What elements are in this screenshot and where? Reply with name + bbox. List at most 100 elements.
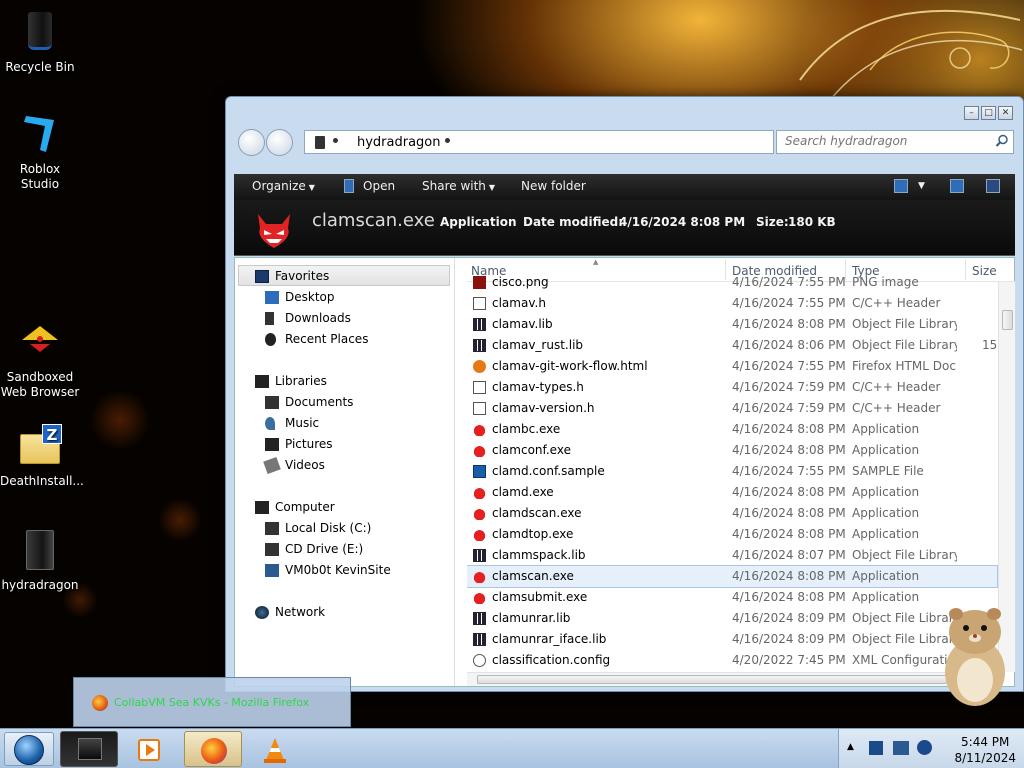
devil-file-icon	[473, 507, 486, 520]
doc-file-icon	[473, 381, 486, 394]
breadcrumb-path[interactable]: hydradragon	[357, 135, 441, 150]
nav-item-music[interactable]: Music	[265, 416, 319, 430]
system-clock[interactable]: 5:44 PM 8/11/2024	[954, 734, 1016, 766]
preview-pane-icon[interactable]	[950, 179, 964, 193]
address-bar[interactable]: hydradragon ▼ ⇆	[304, 130, 828, 154]
nav-label: Network	[275, 605, 326, 619]
file-date: 4/16/2024 8:09 PM	[732, 632, 846, 646]
file-row[interactable]: cisco.png 4/16/2024 7:55 PM PNG image	[467, 272, 997, 293]
file-date: 4/16/2024 8:08 PM	[732, 317, 846, 331]
file-row[interactable]: clamunrar.lib 4/16/2024 8:09 PM Object Fil…	[467, 608, 997, 629]
png-file-icon	[473, 276, 486, 289]
search-box[interactable]	[776, 130, 1014, 154]
file-row[interactable]: clamd.exe 4/16/2024 8:08 PM Application	[467, 482, 997, 503]
horizontal-scrollbar[interactable]	[467, 672, 997, 686]
close-button[interactable]: ✕	[998, 106, 1013, 120]
taskbar-media-player-button[interactable]	[122, 731, 180, 767]
file-row[interactable]: clamav-version.h 4/16/2024 7:59 PM C/C++ H…	[467, 398, 997, 419]
desktop-icon-hydradragon[interactable]: hydradragon	[0, 526, 80, 593]
file-row[interactable]: classification.config 4/20/2022 7:45 PM XM…	[467, 650, 997, 671]
start-button[interactable]	[4, 732, 54, 766]
file-row[interactable]: clamav.h 4/16/2024 7:55 PM C/C++ Header	[467, 293, 997, 314]
minimize-button[interactable]: –	[964, 106, 979, 120]
maximize-button[interactable]: □	[981, 106, 996, 120]
file-name: clamsubmit.exe	[492, 590, 588, 604]
nav-item-downloads[interactable]: Downloads	[265, 311, 351, 325]
back-button[interactable]	[238, 129, 265, 156]
taskbar-firefox-button[interactable]	[184, 731, 242, 767]
new-folder-button[interactable]: New folder	[521, 179, 586, 193]
date-modified-value: 4/16/2024 8:08 PM	[619, 215, 746, 229]
desktop-icon-sandboxed-web-browser[interactable]: Sandboxed Web Browser	[0, 318, 80, 400]
nav-item-network[interactable]: Network	[255, 605, 326, 619]
explorer-window[interactable]: – □ ✕ hydradragon ▼ ⇆ Organize▼ Open Sha…	[225, 96, 1024, 692]
volume-icon[interactable]	[917, 740, 932, 755]
nav-label: Pictures	[285, 437, 333, 451]
nav-item-documents[interactable]: Documents	[265, 395, 353, 409]
file-row[interactable]: clamav-types.h 4/16/2024 7:59 PM C/C++ Hea…	[467, 377, 997, 398]
nav-item-desktop[interactable]: Desktop	[265, 290, 335, 304]
show-hidden-icons-button[interactable]: ▲	[847, 742, 854, 752]
help-icon[interactable]	[986, 179, 1000, 193]
breadcrumb-separator[interactable]	[445, 138, 450, 143]
file-type: PNG image	[852, 275, 919, 289]
wallpaper-swirl	[799, 9, 1023, 101]
date-modified-label: Date modified:	[523, 215, 623, 229]
folder-icon	[16, 526, 64, 574]
share-with-button[interactable]: Share with ▼	[422, 179, 495, 193]
desktop-icon-roblox-studio[interactable]: Roblox Studio	[0, 110, 80, 192]
navigation-pane[interactable]: Favorites Desktop Downloads Recent Place…	[235, 258, 455, 686]
size-label: Size:	[756, 215, 789, 229]
file-row[interactable]: clamdscan.exe 4/16/2024 8:08 PM Applicatio…	[467, 503, 997, 524]
taskbar-vlc-button[interactable]	[246, 731, 304, 767]
search-icon[interactable]	[995, 134, 1009, 148]
nav-item-vm-share[interactable]: VM0b0t KevinSite	[265, 563, 391, 577]
nav-item-local-disk[interactable]: Local Disk (C:)	[265, 521, 371, 535]
network-status-icon[interactable]	[893, 741, 909, 755]
scrollbar-thumb[interactable]	[477, 675, 947, 684]
file-type: SAMPLE File	[852, 464, 924, 478]
file-row[interactable]: clamdtop.exe 4/16/2024 8:08 PM Application	[467, 524, 997, 545]
open-button[interactable]: Open	[363, 179, 395, 193]
search-input[interactable]	[785, 134, 985, 148]
file-row[interactable]: clamav.lib 4/16/2024 8:08 PM Object File L…	[467, 314, 997, 335]
html-file-icon	[473, 360, 486, 373]
breadcrumb-separator[interactable]	[333, 138, 338, 143]
nav-item-favorites[interactable]: Favorites	[255, 269, 329, 283]
desktop-icon-deathinstall[interactable]: Z DeathInstall...	[0, 422, 84, 489]
drive-icon	[265, 522, 279, 535]
organize-label: Organize	[252, 179, 306, 193]
file-date: 4/16/2024 8:07 PM	[732, 548, 846, 562]
change-view-icon[interactable]	[894, 179, 908, 193]
nav-item-cd-drive[interactable]: CD Drive (E:)	[265, 542, 363, 556]
nav-item-pictures[interactable]: Pictures	[265, 437, 333, 451]
file-row[interactable]: clamd.conf.sample 4/16/2024 7:55 PM SAMPLE…	[467, 461, 997, 482]
file-date: 4/16/2024 8:09 PM	[732, 611, 846, 625]
file-row[interactable]: clamunrar_iface.lib 4/16/2024 8:09 PM Obje…	[467, 629, 997, 650]
forward-button[interactable]	[266, 129, 293, 156]
file-row[interactable]: clamconf.exe 4/16/2024 8:08 PM Application	[467, 440, 997, 461]
file-row[interactable]: clammspack.lib 4/16/2024 8:07 PM Object Fi…	[467, 545, 997, 566]
file-name: clamconf.exe	[492, 443, 571, 457]
file-date: 4/16/2024 8:08 PM	[732, 506, 846, 520]
file-row[interactable]: clamsubmit.exe 4/16/2024 8:08 PM Applicati…	[467, 587, 997, 608]
file-row[interactable]: clambc.exe 4/16/2024 8:08 PM Application	[467, 419, 997, 440]
file-row[interactable]: clamscan.exe 4/16/2024 8:08 PM Application	[467, 565, 998, 588]
file-date: 4/16/2024 7:55 PM	[732, 296, 846, 310]
nav-item-libraries[interactable]: Libraries	[255, 374, 327, 388]
taskbar-explorer-button[interactable]	[60, 731, 118, 767]
nav-item-computer[interactable]: Computer	[255, 500, 335, 514]
organize-button[interactable]: Organize ▼	[252, 179, 315, 193]
view-dropdown-icon[interactable]: ▼	[918, 181, 925, 191]
file-name: clambc.exe	[492, 422, 561, 436]
file-row[interactable]: clamav_rust.lib 4/16/2024 8:06 PM Object F…	[467, 335, 1005, 356]
taskbar-thumbnail-preview[interactable]: CollabVM Sea KVKs - Mozilla Firefox	[73, 677, 351, 727]
nav-item-recent-places[interactable]: Recent Places	[265, 332, 368, 346]
window-controls: – □ ✕	[964, 106, 1013, 120]
desktop-icon-recycle-bin[interactable]: Recycle Bin	[0, 8, 80, 75]
file-row[interactable]: clamav-git-work-flow.html 4/16/2024 7:55 …	[467, 356, 997, 377]
clock-time: 5:44 PM	[961, 735, 1010, 749]
nav-item-videos[interactable]: Videos	[263, 456, 325, 475]
scrollbar-thumb[interactable]	[1002, 310, 1013, 330]
action-center-icon[interactable]	[869, 741, 883, 755]
